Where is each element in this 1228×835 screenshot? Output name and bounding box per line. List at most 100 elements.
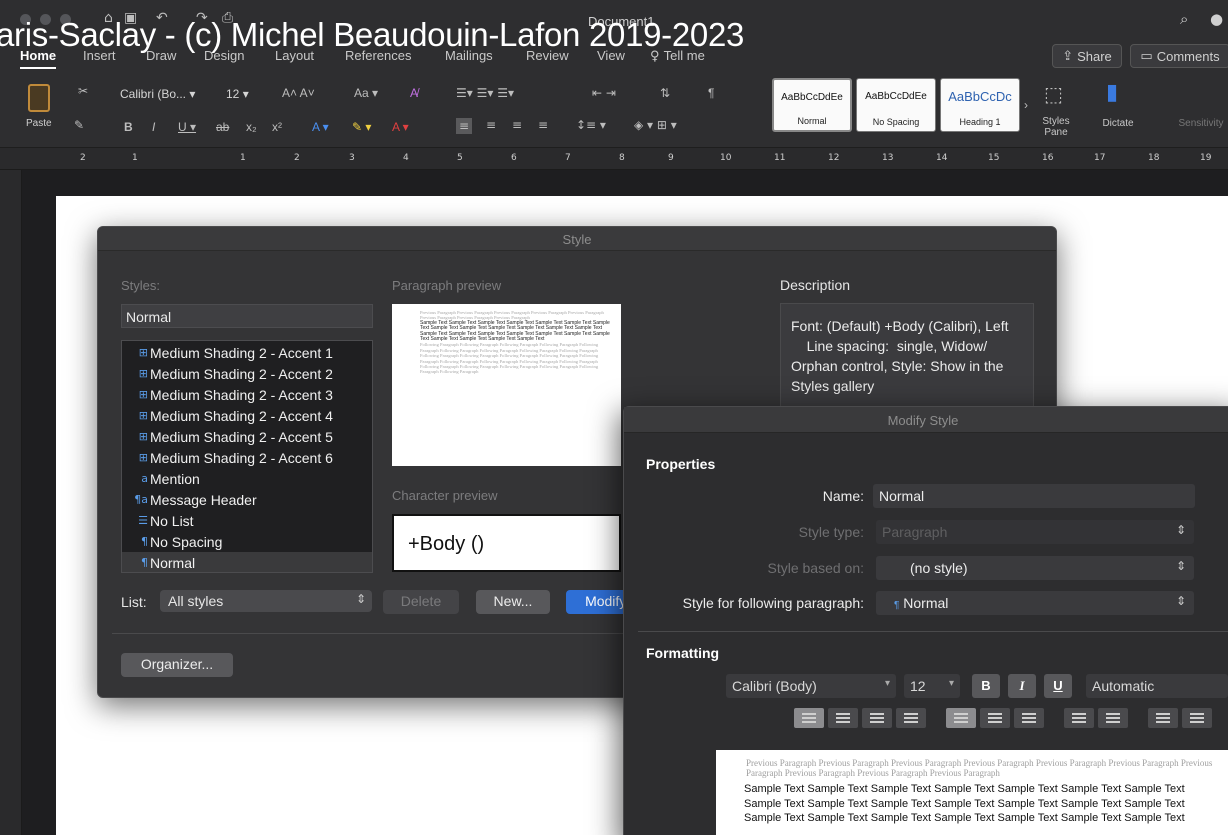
align-center-button[interactable] [828,708,858,728]
style-card-no-spacing[interactable]: AaBbCcDdEe No Spacing [856,78,936,132]
format-italic-button[interactable]: I [1008,674,1036,698]
style-list[interactable]: ⊞ Medium Shading 2 - Accent 1 ⊞ Medium Sha… [121,340,373,573]
shading-icon[interactable]: ◈ ▾ ⊞ ▾ [634,118,677,132]
list-filter-select[interactable]: All styles ⇕ [160,590,372,612]
list-item[interactable]: ⊞ Medium Shading 2 - Accent 6 [122,447,372,468]
delete-button[interactable]: Delete [383,590,459,614]
format-bold-button[interactable]: B [972,674,1000,698]
pilcrow-icon[interactable]: ¶ [708,86,714,100]
list-item[interactable]: ¶a Message Header [122,489,372,510]
format-painter-icon[interactable]: ✎ [74,118,84,132]
align-center-icon[interactable]: ≡ [486,118,496,132]
description-value: Font: (Default) +Body (Calibri), Left Li… [791,318,1009,394]
style-card-heading-1[interactable]: AaBbCcDc Heading 1 [940,78,1020,132]
organizer-button[interactable]: Organizer... [121,653,233,677]
description-label: Description [780,277,851,293]
one-half-spacing-icon [988,713,1002,715]
divider [112,633,632,634]
bullets-icon[interactable]: ☰▾ ☰▾ ☰▾ [456,86,514,100]
styles-pane-icon[interactable]: ⬚ [1044,82,1063,106]
horizontal-ruler[interactable]: 2 1 1 2 3 4 5 6 7 8 9 10 11 12 13 14 15 … [0,148,1228,170]
list-item-selected[interactable]: ¶ Normal [122,552,372,572]
divider [638,631,1228,632]
dictate-label[interactable]: Dictate [1098,118,1138,129]
space-before-icon [1072,713,1086,715]
style-card-normal[interactable]: AaBbCcDdEe Normal [772,78,852,132]
style-card-name: Normal [797,116,827,126]
format-size-select[interactable]: 12 ▾ [904,674,960,698]
superscript-icon[interactable]: x² [272,120,282,134]
search-icon[interactable]: ⌕ [1180,10,1188,28]
highlight-icon[interactable]: ✎ ▾ [352,120,371,134]
sort-icon[interactable]: ⇅ [660,86,670,100]
preview-sample-text: Sample Text Sample Text Sample Text Samp… [420,319,610,343]
italic-icon[interactable]: I [152,120,155,134]
line-spacing-icon[interactable]: ↕≡ ▾ [576,118,606,132]
font-size-select[interactable]: 12 ▾ [222,84,270,104]
style-card-sample: AaBbCcDc [948,89,1012,104]
format-color-select[interactable]: Automatic [1086,674,1228,698]
list-item[interactable]: ☰ No List [122,510,372,531]
list-item[interactable]: ⊞ Medium Shading 2 - Accent 3 [122,384,372,405]
list-item[interactable]: a Mention [122,468,372,489]
gallery-more-icon[interactable]: › [1024,98,1028,112]
ruler-tick: 1 [240,153,246,163]
align-right-icon[interactable]: ≡ [512,118,522,132]
list-item[interactable]: ⊞ Medium Shading 2 - Accent 2 [122,363,372,384]
ruler-tick: 7 [565,153,571,163]
description-text: Font: (Default) +Body (Calibri), Left Li… [780,303,1034,413]
font-name-select[interactable]: Calibri (Bo... ▾ [116,84,216,104]
align-left-icon[interactable]: ≡ [456,118,473,134]
styles-pane-label[interactable]: Styles Pane [1036,116,1076,138]
text-effects-icon[interactable]: A ▾ [312,120,329,134]
share-button[interactable]: ⇪ Share [1052,44,1122,68]
clear-format-icon[interactable]: A̸ [410,86,418,100]
format-underline-button[interactable]: U [1044,674,1072,698]
increase-indent-button[interactable] [1182,708,1212,728]
space-after-button[interactable] [1098,708,1128,728]
paste-button[interactable]: Paste [22,80,66,136]
microphone-icon[interactable]: ▮ [1106,80,1118,105]
change-case-icon[interactable]: Aa ▾ [354,86,378,100]
paste-label: Paste [26,118,52,129]
modify-style-title: Modify Style [624,407,1228,433]
justify-icon[interactable]: ≡ [538,118,548,132]
cut-icon[interactable]: ✂ [78,84,88,98]
underline-icon[interactable]: U ▾ [178,120,196,134]
linked-style-icon: ¶a [134,493,148,506]
subscript-icon[interactable]: x₂ [246,120,257,134]
following-select[interactable]: ¶ Normal ⇕ [876,591,1194,615]
grow-font-icon[interactable]: A˄ A˅ [282,86,315,100]
style-name-field[interactable]: Normal [121,304,373,328]
single-spacing-button[interactable] [946,708,976,728]
bold-icon[interactable]: B [124,120,133,134]
list-item-label: Medium Shading 2 - Accent 4 [150,407,333,424]
user-icon[interactable]: ● [1210,10,1223,28]
comments-button[interactable]: ▭ Comments [1130,44,1228,68]
name-field[interactable]: Normal [873,484,1195,508]
align-left-button[interactable] [794,708,824,728]
table-style-icon: ⊞ [138,388,148,401]
indent-icon[interactable]: ⇤ ⇥ [592,86,616,100]
vertical-ruler[interactable] [0,170,22,835]
one-half-spacing-button[interactable] [980,708,1010,728]
format-font-select[interactable]: Calibri (Body) ▾ [726,674,896,698]
list-item[interactable]: ⊞ Medium Shading 2 - Accent 5 [122,426,372,447]
modify-preview-sample: Sample Text Sample Text Sample Text Samp… [744,783,1185,824]
decrease-indent-button[interactable] [1148,708,1178,728]
list-item[interactable]: ¶ No Spacing [122,531,372,552]
space-before-button[interactable] [1064,708,1094,728]
dropdown-icon: ▾ [884,678,890,689]
paragraph-preview-label: Paragraph preview [392,278,502,293]
based-on-select[interactable]: (no style) ⇕ [876,556,1194,580]
align-right-button[interactable] [862,708,892,728]
list-item-label: Mention [150,470,200,487]
sensitivity-label[interactable]: Sensitivity [1166,118,1228,129]
strikethrough-icon[interactable]: ab [216,120,229,134]
font-color-icon[interactable]: A ▾ [392,120,409,134]
double-spacing-button[interactable] [1014,708,1044,728]
justify-button[interactable] [896,708,926,728]
new-button[interactable]: New... [476,590,550,614]
list-item[interactable]: ⊞ Medium Shading 2 - Accent 4 [122,405,372,426]
list-item[interactable]: ⊞ Medium Shading 2 - Accent 1 [122,342,372,363]
